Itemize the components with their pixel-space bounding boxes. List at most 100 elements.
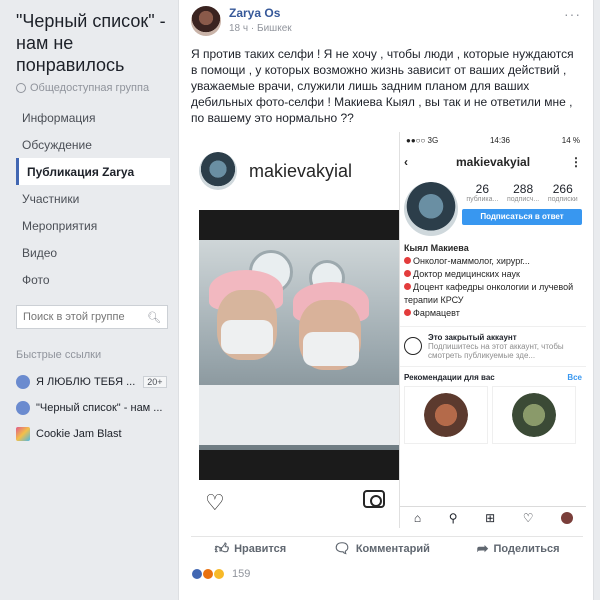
author-name[interactable]: Zarya Os xyxy=(229,6,292,20)
post-options-button[interactable]: ··· xyxy=(564,6,581,22)
post-meta: Zarya Os 18 ч · Бишкек xyxy=(229,6,292,34)
instagram-post-screenshot: makievakyial ♡ xyxy=(191,132,399,528)
post-subline: 18 ч · Бишкек xyxy=(229,23,292,34)
home-icon: ⌂ xyxy=(413,510,422,525)
quick-links-heading: Быстрые ссылки xyxy=(16,349,102,361)
group-type: Общедоступная группа xyxy=(16,82,170,94)
add-post-icon: ⊞ xyxy=(485,510,496,525)
private-title: Это закрытый аккаунт xyxy=(428,333,517,342)
quick-link-item[interactable]: "Черный список" - нам ... xyxy=(16,395,170,421)
bio-text: Доктор медицинских наук xyxy=(413,269,520,279)
selfie-photo xyxy=(199,210,399,480)
bio-text: Доцент кафедры онкологии и лучевой терап… xyxy=(404,282,574,305)
bio-line: Фармацевт xyxy=(404,307,582,320)
profile-title-bar: ‹ makievakyial ⋮ xyxy=(400,148,586,176)
like-label: Нравится xyxy=(234,542,287,555)
private-desc: Подпишитесь на этот аккаунт, чтобы смотр… xyxy=(428,342,564,360)
face-mask xyxy=(221,320,273,354)
post-location[interactable]: Бишкек xyxy=(257,23,292,34)
stat-following: 266 подписки xyxy=(548,182,578,203)
nav-item-videos[interactable]: Видео xyxy=(16,239,170,266)
group-title[interactable]: "Черный список" - нам не понравилось xyxy=(16,10,170,76)
stat-value: 288 xyxy=(513,182,534,196)
bio-line: Доцент кафедры онкологии и лучевой терап… xyxy=(404,281,582,307)
stat-value: 266 xyxy=(552,182,573,196)
profile-stats: 26 публика... 288 подписч... 266 подписки П… xyxy=(462,182,582,236)
instagram-post-header: makievakyial xyxy=(199,152,352,190)
bio-text: Фармацевт xyxy=(413,308,460,318)
group-type-label: Общедоступная группа xyxy=(30,82,150,94)
thumbs-up-icon: 👍︎ xyxy=(214,540,230,556)
group-nav: Информация Обсуждение Публикация Zarya У… xyxy=(16,104,170,293)
post-header: Zarya Os 18 ч · Бишкек ··· xyxy=(179,0,593,42)
comment-icon: 🗨︎ xyxy=(333,540,351,556)
private-account-notice: Это закрытый аккаунт Подпишитесь на этот… xyxy=(400,326,586,367)
search-icon: ⚲ xyxy=(448,510,458,525)
recommendation-card xyxy=(492,386,576,444)
globe-icon xyxy=(16,83,26,93)
group-search-input[interactable] xyxy=(23,311,143,323)
face-mask xyxy=(303,332,359,366)
stats-row: 26 публика... 288 подписч... 266 подписки xyxy=(462,182,582,203)
more-icon: ⋮ xyxy=(570,155,582,169)
separator: · xyxy=(250,23,255,34)
recommended-avatar xyxy=(512,393,556,437)
group-sidebar: "Черный список" - нам не понравилось Общ… xyxy=(0,0,178,600)
recommendation-cards xyxy=(400,386,586,444)
game-icon xyxy=(16,427,30,441)
heart-icon: ♡ xyxy=(205,490,225,515)
stat-posts: 26 публика... xyxy=(466,182,498,203)
red-dot-icon xyxy=(404,309,411,316)
profile-summary: 26 публика... 288 подписч... 266 подписки П… xyxy=(400,176,586,242)
battery-indicator: 14 % xyxy=(561,135,580,145)
nav-item-discussion[interactable]: Обсуждение xyxy=(16,131,170,158)
stat-label: подписч... xyxy=(507,196,540,203)
bio-name: Кыял Макиева xyxy=(404,243,469,253)
quick-link-label[interactable]: Я ЛЮБЛЮ ТЕБЯ ... xyxy=(36,376,135,388)
quick-link-label[interactable]: Cookie Jam Blast xyxy=(36,428,122,440)
nav-item-photos[interactable]: Фото xyxy=(16,266,170,293)
phone-status-bar: ●●○○ 3G 14:36 14 % xyxy=(400,132,586,148)
author-avatar[interactable] xyxy=(191,6,221,36)
recommendations-title: Рекомендации для вас xyxy=(404,373,495,382)
post-time[interactable]: 18 ч xyxy=(229,23,248,34)
nav-item-post[interactable]: Публикация Zarya xyxy=(16,158,170,185)
reaction-count[interactable]: 159 xyxy=(232,568,250,580)
signal-indicator: ●●○○ 3G xyxy=(406,135,439,145)
group-icon xyxy=(16,375,30,389)
quick-link-label[interactable]: "Черный список" - нам ... xyxy=(36,402,162,414)
like-button[interactable]: 👍︎ Нравится xyxy=(214,540,286,557)
share-button[interactable]: ➦ Поделиться xyxy=(477,540,560,557)
profile-avatar xyxy=(404,182,458,236)
group-icon xyxy=(16,401,30,415)
profile-bio: Кыял Макиева Онколог-маммолог, хирург...… xyxy=(400,242,586,320)
nav-item-members[interactable]: Участники xyxy=(16,185,170,212)
bio-line: Онколог-маммолог, хирург... xyxy=(404,255,582,268)
bio-text: Онколог-маммолог, хирург... xyxy=(413,256,530,266)
stat-label: подписки xyxy=(547,196,578,203)
search-icon[interactable]: 🔍︎ xyxy=(147,311,161,324)
notification-badge: 20+ xyxy=(143,376,167,388)
follow-back-button: Подписаться в ответ xyxy=(462,209,582,225)
post-image[interactable]: makievakyial ♡ ●●○○ 3G 14:36 14 % ‹ maki… xyxy=(191,132,586,528)
profile-username: makievakyial xyxy=(455,155,531,169)
quick-link-item[interactable]: Я ЛЮБЛЮ ТЕБЯ ... 20+ xyxy=(16,369,170,395)
reactions-summary[interactable]: 159 xyxy=(191,568,250,580)
stat-label: публика... xyxy=(466,196,499,203)
recommended-avatar xyxy=(424,393,468,437)
nav-item-events[interactable]: Мероприятия xyxy=(16,212,170,239)
instagram-post-actions: ♡ xyxy=(205,490,385,516)
white-coats xyxy=(199,385,399,445)
profile-tab-avatar xyxy=(561,511,574,524)
red-dot-icon xyxy=(404,283,411,290)
post-actions: 👍︎ Нравится 🗨︎ Комментарий ➦ Поделиться xyxy=(191,536,583,558)
post-card: Zarya Os 18 ч · Бишкек ··· Я против таки… xyxy=(178,0,594,600)
clock: 14:36 xyxy=(489,135,511,145)
comment-button[interactable]: 🗨︎ Комментарий xyxy=(333,540,430,557)
recommendations-header: Рекомендации для вас Все xyxy=(400,367,586,386)
nav-item-info[interactable]: Информация xyxy=(16,104,170,131)
red-dot-icon xyxy=(404,270,411,277)
quick-link-item[interactable]: Cookie Jam Blast xyxy=(16,421,170,447)
post-text: Я против таких селфи ! Я не хочу , чтобы… xyxy=(191,47,574,125)
share-label: Поделиться xyxy=(493,542,560,555)
